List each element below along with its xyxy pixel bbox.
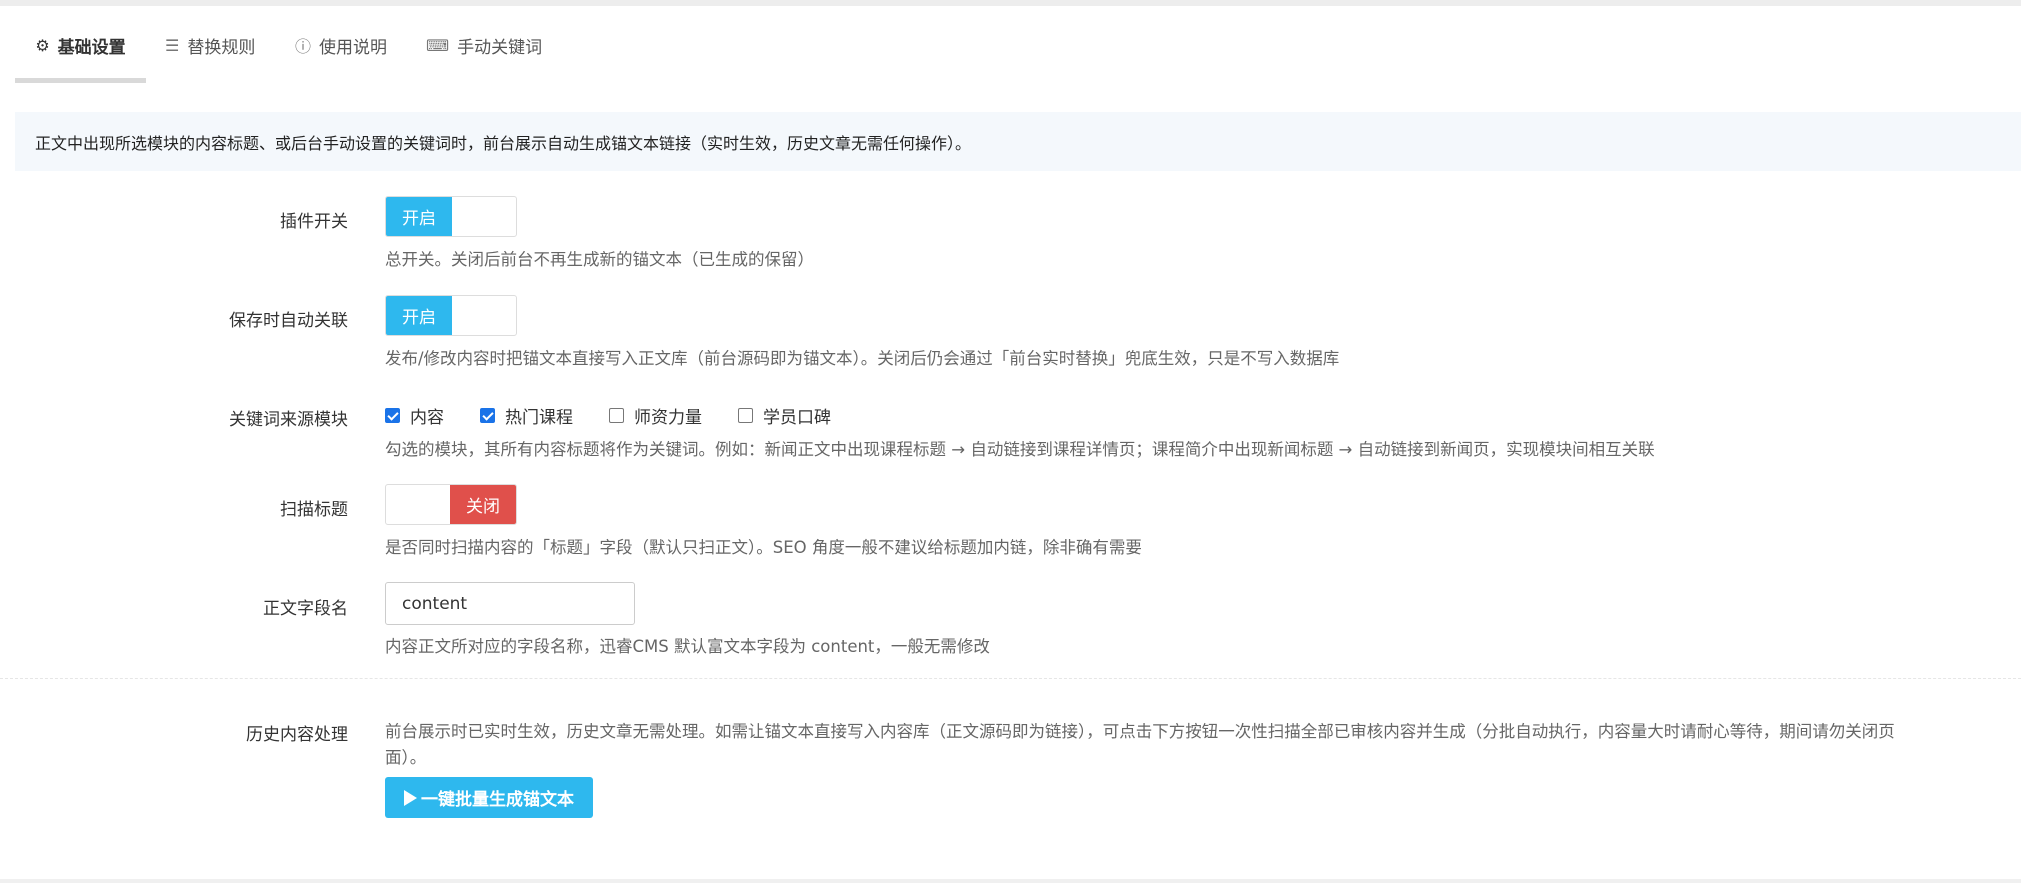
section-divider [0, 678, 2021, 679]
scan-title-help: 是否同时扫描内容的「标题」字段（默认只扫正文）。SEO 角度一般不建议给标题加内… [385, 538, 1142, 557]
tab-basic-settings[interactable]: ⚙ 基础设置 [15, 6, 146, 84]
auto-link-help: 发布/修改内容时把锚文本直接写入正文库（前台源码即为锚文本）。关闭后仍会通过「前… [385, 349, 1340, 368]
checkbox-teachers[interactable]: 师资力量 [609, 403, 702, 428]
active-tab-indicator [15, 78, 146, 83]
plugin-switch-help: 总开关。关闭后前台不再生成新的锚文本（已生成的保留） [385, 250, 814, 269]
checkbox-label: 师资力量 [634, 408, 702, 428]
gear-icon: ⚙ [35, 35, 50, 55]
checkbox-box[interactable] [609, 408, 624, 423]
notice-text: 正文中出现所选模块的内容标题、或后台手动设置的关键词时，前台展示自动生成锚文本链… [35, 133, 972, 153]
play-icon [404, 789, 417, 806]
tab-bar: ⚙ 基础设置 ☰ 替换规则 ⓘ 使用说明 ⌨ 手动关键词 [15, 6, 2021, 84]
tab-instructions[interactable]: ⓘ 使用说明 [295, 6, 387, 84]
history-help-line2: 面）。 [385, 748, 427, 767]
history-label: 历史内容处理 [246, 725, 348, 745]
auto-link-label: 保存时自动关联 [229, 311, 348, 331]
scan-title-label: 扫描标题 [280, 500, 348, 520]
notice-banner: 正文中出现所选模块的内容标题、或后台手动设置的关键词时，前台展示自动生成锚文本链… [15, 112, 2021, 171]
checkbox-box[interactable] [480, 408, 495, 423]
checkbox-label: 内容 [410, 408, 444, 428]
keyword-source-label: 关键词来源模块 [229, 410, 348, 430]
checkbox-content[interactable]: 内容 [385, 403, 444, 428]
scan-title-toggle[interactable]: 关闭 [385, 484, 517, 525]
bottom-border [0, 879, 2021, 883]
checkbox-hot-courses[interactable]: 热门课程 [480, 403, 573, 428]
checkbox-box[interactable] [738, 408, 753, 423]
checkbox-box[interactable] [385, 408, 400, 423]
info-icon: ⓘ [295, 37, 312, 56]
keyboard-icon: ⌨ [426, 35, 450, 55]
checkbox-label: 学员口碑 [763, 408, 831, 428]
plugin-switch-toggle[interactable]: 开启 [385, 196, 517, 237]
plugin-switch-label: 插件开关 [280, 212, 348, 232]
checkbox-reviews[interactable]: 学员口碑 [738, 403, 831, 428]
keyword-source-help: 勾选的模块，其所有内容标题将作为关键词。例如：新闻正文中出现课程标题 → 自动链… [385, 440, 1655, 459]
switch-knob: 开启 [386, 197, 452, 236]
switch-knob: 关闭 [450, 485, 516, 524]
batch-generate-label: 一键批量生成锚文本 [421, 790, 574, 810]
auto-link-toggle[interactable]: 开启 [385, 295, 517, 336]
tab-label: 使用说明 [319, 37, 388, 58]
tab-label: 替换规则 [187, 37, 256, 58]
switch-knob: 开启 [386, 296, 452, 335]
keyword-source-options: 内容 热门课程 师资力量 学员口碑 [385, 403, 867, 428]
body-field-label: 正文字段名 [263, 599, 348, 619]
batch-generate-button[interactable]: 一键批量生成锚文本 [385, 777, 593, 818]
tab-manual-keywords[interactable]: ⌨ 手动关键词 [426, 6, 542, 84]
sliders-icon: ☰ [165, 35, 180, 55]
tab-label: 手动关键词 [457, 37, 543, 58]
checkbox-label: 热门课程 [505, 408, 573, 428]
body-field-input[interactable] [385, 582, 635, 625]
tab-replace-rules[interactable]: ☰ 替换规则 [165, 6, 255, 84]
tab-label: 基础设置 [57, 37, 126, 58]
body-field-help: 内容正文所对应的字段名称，迅睿CMS 默认富文本字段为 content，一般无需… [385, 637, 990, 656]
history-help-line1: 前台展示时已实时生效，历史文章无需处理。如需让锚文本直接写入内容库（正文源码即为… [385, 722, 1895, 741]
